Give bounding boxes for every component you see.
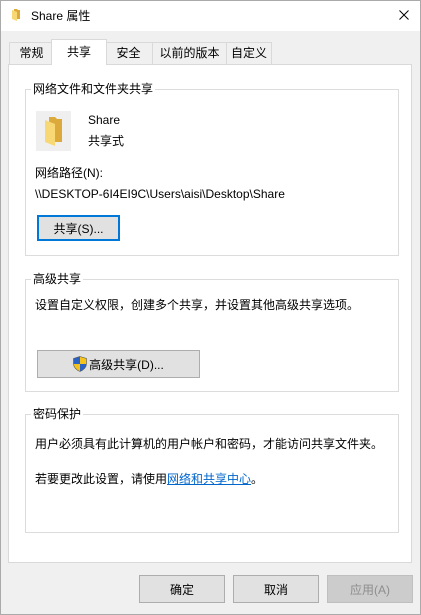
- shared-folder-icon: [36, 111, 71, 151]
- share-state: 共享式: [88, 134, 125, 148]
- advanced-sharing-button[interactable]: 高级共享(D)...: [37, 350, 200, 378]
- cancel-button[interactable]: 取消: [233, 575, 319, 603]
- tab-page-sharing: 网络文件和文件夹共享 Share 共享式 网络路径(N): \\DESKTOP-…: [8, 64, 412, 563]
- close-icon: [399, 10, 409, 20]
- network-sharing-group-label: 网络文件和文件夹共享: [31, 81, 156, 97]
- password-protection-group-label: 密码保护: [31, 406, 84, 422]
- tab-security[interactable]: 安全: [104, 42, 153, 64]
- window-title: Share 属性: [31, 9, 91, 23]
- apply-button[interactable]: 应用(A): [327, 575, 413, 603]
- advanced-sharing-group: 高级共享 设置自定义权限，创建多个共享，并设置其他高级共享选项。 高级共享(D)…: [25, 271, 399, 392]
- change-setting-suffix: 。: [251, 472, 264, 486]
- network-sharing-group: 网络文件和文件夹共享 Share 共享式 网络路径(N): \\DESKTOP-…: [25, 81, 399, 256]
- share-button[interactable]: 共享(S)...: [37, 215, 120, 241]
- tab-previous-versions[interactable]: 以前的版本: [152, 42, 227, 64]
- network-path-label: 网络路径(N):: [35, 166, 103, 180]
- advanced-sharing-description: 设置自定义权限，创建多个共享，并设置其他高级共享选项。: [35, 298, 360, 312]
- password-protection-description: 用户必须具有此计算机的用户帐户和密码，才能访问共享文件夹。: [35, 437, 384, 451]
- close-button[interactable]: [380, 1, 420, 31]
- network-sharing-center-link[interactable]: 网络和共享中心: [167, 472, 251, 486]
- advanced-sharing-button-label: 高级共享(D)...: [89, 357, 164, 372]
- ok-button[interactable]: 确定: [139, 575, 225, 603]
- change-setting-text: 若要更改此设置，请使用网络和共享中心。: [35, 471, 263, 487]
- network-path-value: \\DESKTOP-6I4EI9C\Users\aisi\Desktop\Sha…: [35, 187, 285, 201]
- change-setting-prefix: 若要更改此设置，请使用: [35, 472, 168, 486]
- advanced-sharing-group-label: 高级共享: [31, 271, 84, 287]
- tab-customize[interactable]: 自定义: [226, 42, 272, 64]
- tab-general[interactable]: 常规: [9, 42, 54, 64]
- tab-sharing[interactable]: 共享: [51, 39, 107, 65]
- title-bar[interactable]: Share 属性: [1, 1, 420, 31]
- password-protection-group: 密码保护 用户必须具有此计算机的用户帐户和密码，才能访问共享文件夹。 若要更改此…: [25, 406, 399, 533]
- folder-name: Share: [88, 113, 121, 127]
- uac-shield-icon: [73, 356, 87, 372]
- folder-icon: [10, 8, 22, 22]
